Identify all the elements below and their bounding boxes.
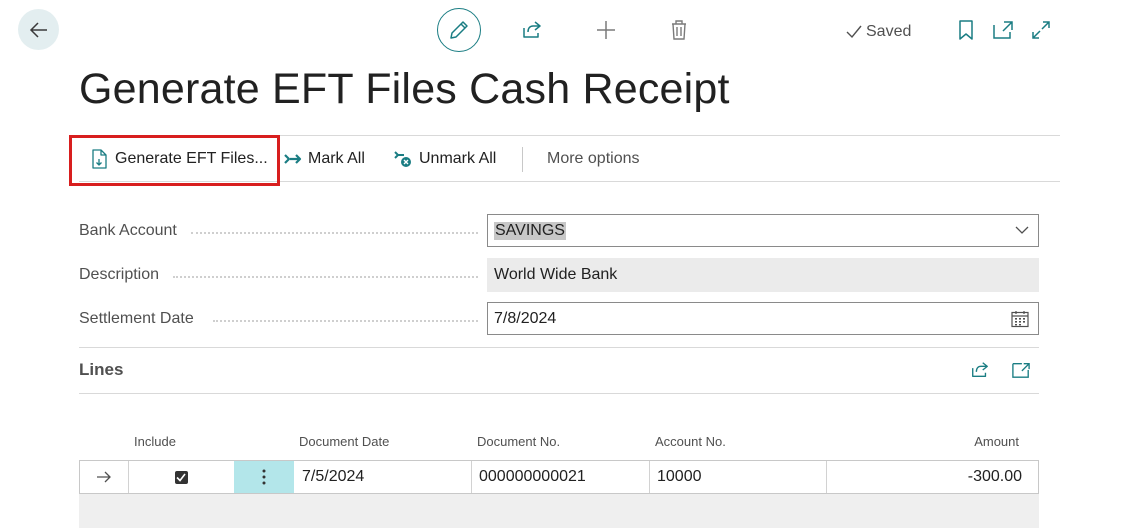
page-title: Generate EFT Files Cash Receipt xyxy=(79,65,730,113)
open-new-window-button[interactable] xyxy=(991,19,1015,41)
saved-label: Saved xyxy=(866,23,912,40)
lines-bottom-divider xyxy=(79,393,1039,394)
description-label: Description xyxy=(79,266,160,283)
bank-account-leader-dots xyxy=(191,230,478,234)
back-button[interactable] xyxy=(18,9,59,50)
back-arrow-icon xyxy=(29,20,49,40)
column-header-document-no[interactable]: Document No. xyxy=(477,434,560,449)
document-icon xyxy=(91,149,109,169)
action-divider xyxy=(522,147,523,172)
description-field: World Wide Bank xyxy=(487,258,1039,292)
lines-title[interactable]: Lines xyxy=(79,360,123,380)
saved-status: Saved xyxy=(846,22,911,42)
settlement-date-label: Settlement Date xyxy=(79,310,194,327)
checkbox-icon[interactable] xyxy=(174,470,188,484)
calendar-icon[interactable] xyxy=(1011,310,1029,328)
table-row[interactable]: 7/5/2024 000000000021 10000 -300.00 xyxy=(79,460,1039,494)
generate-eft-files-label: Generate EFT Files... xyxy=(115,150,268,167)
row-arrow-icon xyxy=(96,471,112,483)
lines-share-button[interactable] xyxy=(968,358,992,382)
share-icon xyxy=(521,19,543,41)
row-actions-button[interactable] xyxy=(234,461,294,493)
open-new-window-icon xyxy=(1011,361,1031,379)
column-header-amount[interactable]: Amount xyxy=(974,434,1019,449)
expand-button[interactable] xyxy=(1029,19,1053,41)
description-leader-dots xyxy=(173,274,478,278)
unmark-all-label: Unmark All xyxy=(419,150,497,167)
bookmark-icon xyxy=(958,20,974,40)
table-empty-area xyxy=(79,494,1039,528)
settlement-date-leader-dots xyxy=(213,318,478,322)
checkmark-icon xyxy=(846,25,862,39)
ellipsis-vertical-icon xyxy=(262,469,266,485)
edit-button[interactable] xyxy=(437,8,481,52)
mark-all-button[interactable]: Mark All xyxy=(284,146,365,172)
account-no-cell[interactable]: 10000 xyxy=(649,461,826,493)
plus-icon xyxy=(595,19,617,41)
bank-account-label: Bank Account xyxy=(79,222,177,239)
share-button[interactable] xyxy=(519,17,545,43)
chevron-down-icon[interactable] xyxy=(1014,224,1030,236)
share-icon xyxy=(970,360,990,380)
unmark-all-button[interactable]: Unmark All xyxy=(393,146,496,172)
open-new-window-icon xyxy=(992,20,1014,40)
settlement-date-input[interactable]: 7/8/2024 xyxy=(487,302,1039,335)
unmark-icon xyxy=(393,150,413,168)
column-header-include[interactable]: Include xyxy=(134,434,176,449)
document-date-cell[interactable]: 7/5/2024 xyxy=(294,461,471,493)
include-cell[interactable] xyxy=(128,461,234,493)
row-selector[interactable] xyxy=(80,461,128,493)
bookmark-button[interactable] xyxy=(955,19,977,41)
column-header-account-no[interactable]: Account No. xyxy=(655,434,726,449)
settlement-date-value: 7/8/2024 xyxy=(494,309,557,327)
arrow-right-icon xyxy=(284,152,302,166)
delete-button[interactable] xyxy=(666,17,692,43)
amount-cell[interactable]: -300.00 xyxy=(826,461,1038,493)
lines-open-new-window-button[interactable] xyxy=(1009,358,1033,382)
bank-account-value: SAVINGS xyxy=(494,221,566,240)
more-options-button[interactable]: More options xyxy=(547,146,640,172)
column-header-document-date[interactable]: Document Date xyxy=(299,434,389,449)
mark-all-label: Mark All xyxy=(308,150,365,167)
expand-icon xyxy=(1031,20,1051,40)
lines-top-divider xyxy=(79,347,1039,348)
generate-eft-files-button[interactable]: Generate EFT Files... xyxy=(91,146,268,172)
new-button[interactable] xyxy=(593,17,619,43)
document-no-cell[interactable]: 000000000021 xyxy=(471,461,649,493)
trash-icon xyxy=(669,19,689,41)
bank-account-select[interactable]: SAVINGS xyxy=(487,214,1039,247)
pencil-icon xyxy=(448,19,470,41)
